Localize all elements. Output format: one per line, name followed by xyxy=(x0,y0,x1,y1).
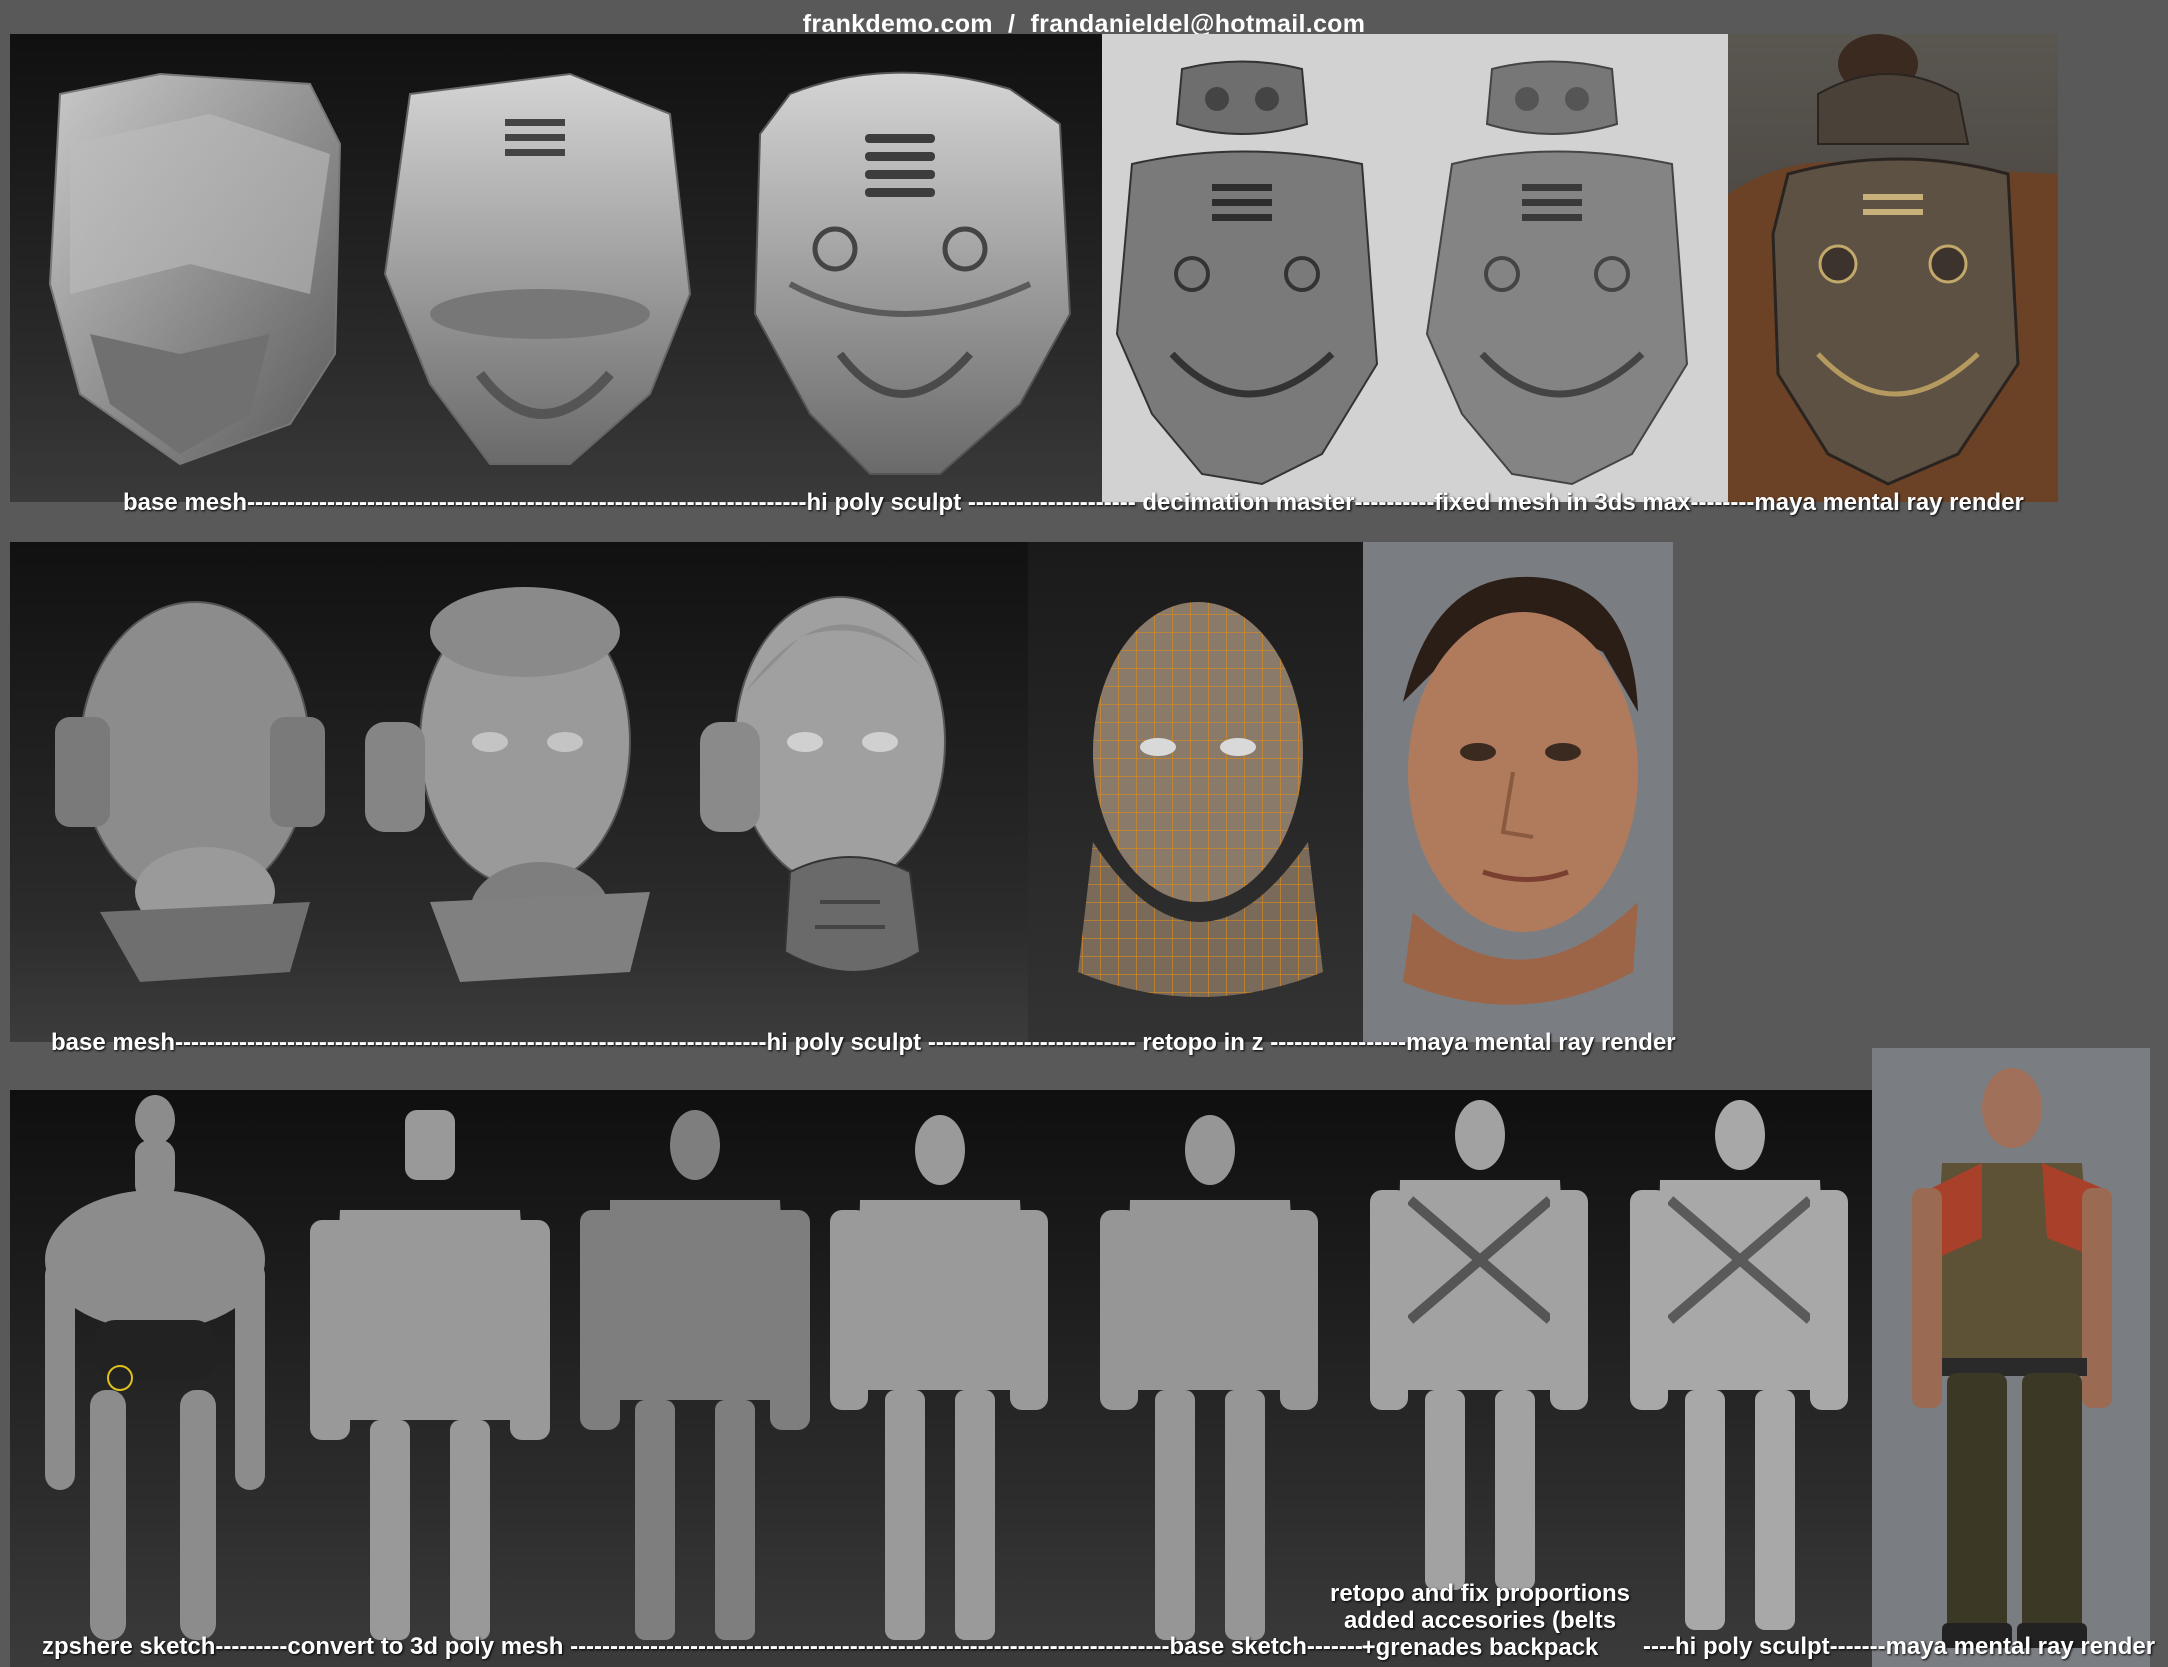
body-zsphere-sketch xyxy=(45,1095,265,1640)
row1-grey-panel xyxy=(1102,34,1728,502)
head-base-mesh xyxy=(55,601,325,982)
row2-render-panel xyxy=(1363,542,1673,1042)
row3-caption-c: ----hi poly sculpt-------maya mental ray… xyxy=(1643,1633,2156,1660)
row2-dark-art xyxy=(55,587,946,982)
row3-caption-b: retopo and fix proportions added accesor… xyxy=(1320,1580,1640,1661)
body-base-sketch-2 xyxy=(1100,1115,1318,1640)
body-hi-poly-sculpt xyxy=(1630,1100,1848,1630)
body-base-sketch-1 xyxy=(830,1115,1048,1640)
head-retopo-wireframe xyxy=(1078,602,1323,997)
row1-render-art xyxy=(1728,34,2058,502)
row2-wire-art xyxy=(1078,602,1323,997)
body-retopo-accessories xyxy=(1370,1100,1588,1590)
row1-dark-art xyxy=(48,71,1072,475)
row2-dark-panel xyxy=(10,542,1028,1042)
row1-caption: base mesh-------------------------------… xyxy=(123,489,2024,516)
row3-caption-b-line2: added accesories (belts xyxy=(1343,1607,1617,1634)
backpack-sculpt-clean xyxy=(753,71,1072,475)
backpack-sculpt-rough xyxy=(383,72,692,465)
row1-grey-art xyxy=(1115,60,1689,486)
fixed-mesh-model xyxy=(1425,60,1689,486)
head-sculpt-rough xyxy=(365,587,650,982)
row2-render-art xyxy=(1403,576,1638,1005)
body-base-sketch-blocky xyxy=(580,1110,810,1640)
character-render xyxy=(1912,1068,2112,1648)
decimation-master-model xyxy=(1115,60,1379,486)
row3-render-art xyxy=(1912,1068,2112,1648)
row1-render-panel xyxy=(1728,34,2058,502)
row3-caption-a: zpshere sketch---------convert to 3d pol… xyxy=(42,1633,1371,1660)
row1-dark-panel xyxy=(10,34,1102,502)
backpack-render xyxy=(1728,34,2058,502)
row3-render-panel xyxy=(1872,1048,2150,1667)
backpack-base-mesh xyxy=(48,72,342,466)
head-render xyxy=(1403,576,1638,1005)
row2-caption: base mesh-------------------------------… xyxy=(51,1029,1676,1056)
head-sculpt-clean xyxy=(700,596,946,973)
row2-wire-panel xyxy=(1028,542,1363,1042)
body-poly-mesh xyxy=(310,1110,550,1640)
row3-caption-b-line3: +grenades backpack xyxy=(1361,1634,1599,1661)
row3-caption-b-line1: retopo and fix proportions xyxy=(1330,1580,1630,1607)
